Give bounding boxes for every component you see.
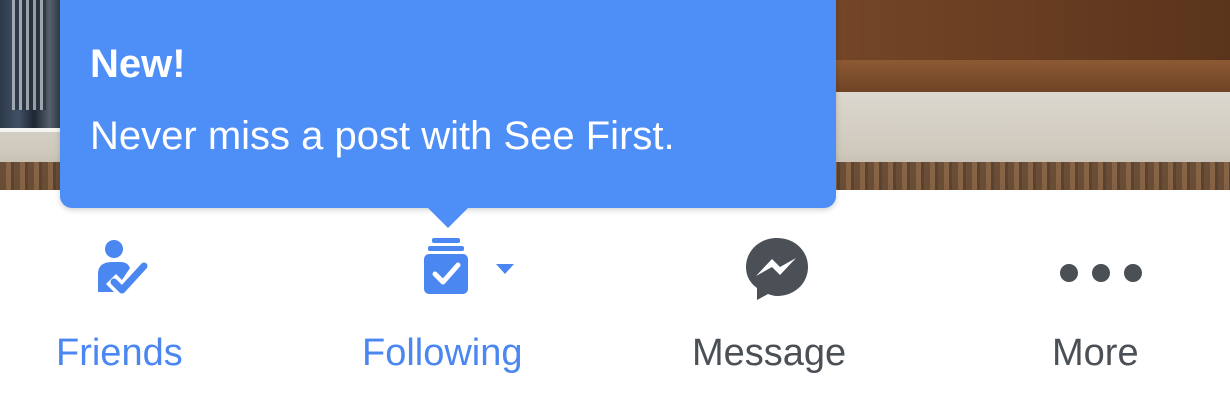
- profile-action-bar: Friends Following Message More: [0, 226, 1230, 400]
- following-label: Following: [362, 332, 523, 374]
- profile-picture[interactable]: [0, 0, 66, 132]
- tooltip-message: Never miss a post with See First.: [90, 114, 675, 158]
- chevron-down-icon[interactable]: [496, 264, 514, 274]
- friends-check-icon: [92, 234, 158, 305]
- profile-picture-detail: [12, 0, 46, 110]
- more-dots-icon: [1058, 262, 1144, 289]
- see-first-tooltip[interactable]: New! Never miss a post with See First.: [60, 0, 836, 208]
- message-label: Message: [692, 332, 847, 374]
- friends-label: Friends: [56, 332, 183, 374]
- tooltip-title: New!: [90, 42, 186, 86]
- tooltip-pointer: [426, 206, 470, 228]
- following-button[interactable]: Following: [350, 226, 560, 400]
- cover-shelf-detail: [820, 60, 1230, 94]
- message-button[interactable]: Message: [680, 226, 880, 400]
- messenger-icon: [742, 234, 812, 309]
- profile-header: New! Never miss a post with See First. F…: [0, 0, 1230, 400]
- see-first-stack-icon: [420, 234, 480, 305]
- more-label: More: [1052, 332, 1139, 374]
- more-button[interactable]: More: [1030, 226, 1170, 400]
- friends-button[interactable]: Friends: [40, 226, 220, 400]
